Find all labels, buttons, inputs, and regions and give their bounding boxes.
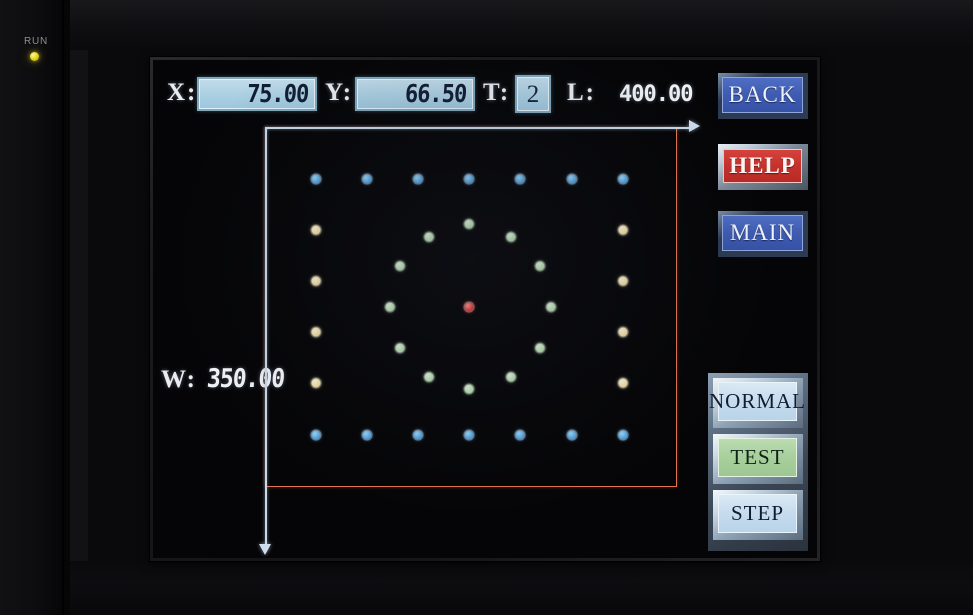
- chassis-left-panel: [0, 0, 66, 615]
- plot-point: [464, 430, 474, 440]
- plot-point: [618, 430, 628, 440]
- test-mode-label: TEST: [718, 438, 797, 477]
- plot-point: [464, 302, 474, 312]
- plot-point: [535, 343, 545, 353]
- normal-mode-button[interactable]: NORMAL: [709, 378, 805, 428]
- plot-point: [567, 174, 577, 184]
- help-button[interactable]: HELP: [718, 144, 808, 190]
- plot-point: [618, 327, 628, 337]
- x-axis-line: [265, 127, 693, 129]
- plot-point: [618, 378, 628, 388]
- run-led-icon: [30, 52, 39, 61]
- y-axis-arrow-icon: [259, 544, 271, 555]
- chassis-top-trim: [70, 0, 973, 50]
- test-mode-button[interactable]: TEST: [713, 434, 803, 484]
- plot-point: [311, 378, 321, 388]
- machine-panel: RUN X: 75.00 Y: 66.50 T: 2 L: 400.00 W: …: [0, 0, 973, 615]
- step-mode-button[interactable]: STEP: [713, 490, 803, 540]
- plot-point: [618, 225, 628, 235]
- plot-point: [311, 276, 321, 286]
- plot-point: [618, 276, 628, 286]
- display-screen: X: 75.00 Y: 66.50 T: 2 L: 400.00 W: 350.…: [153, 60, 817, 558]
- plot-point: [424, 232, 434, 242]
- run-indicator: RUN: [24, 36, 68, 61]
- plot-point: [464, 174, 474, 184]
- plot-point: [362, 430, 372, 440]
- main-button[interactable]: MAIN: [718, 211, 808, 257]
- x-axis-arrow-icon: [689, 120, 700, 132]
- plot-point: [413, 174, 423, 184]
- plot-point: [424, 372, 434, 382]
- plot-point: [311, 225, 321, 235]
- plot-point: [311, 327, 321, 337]
- plot-point: [535, 261, 545, 271]
- plot-point: [311, 174, 321, 184]
- plot-point: [515, 174, 525, 184]
- main-button-label: MAIN: [722, 215, 803, 251]
- run-label: RUN: [24, 36, 49, 47]
- plot-point: [464, 219, 474, 229]
- back-button[interactable]: BACK: [718, 73, 808, 119]
- plot-point: [311, 430, 321, 440]
- back-button-label: BACK: [722, 77, 803, 113]
- chassis-bottom-trim: [70, 561, 973, 615]
- plot-point: [618, 174, 628, 184]
- plot-point: [385, 302, 395, 312]
- mode-button-group: NORMAL TEST STEP: [708, 373, 808, 551]
- plot-point: [567, 430, 577, 440]
- plot-point: [362, 174, 372, 184]
- plot-point: [546, 302, 556, 312]
- step-mode-label: STEP: [718, 494, 797, 533]
- plot-point: [395, 343, 405, 353]
- help-button-label: HELP: [723, 149, 802, 183]
- plot-point: [395, 261, 405, 271]
- chassis-seam: [62, 0, 64, 615]
- plot-point: [464, 384, 474, 394]
- y-axis-line: [265, 127, 267, 550]
- plot-point: [413, 430, 423, 440]
- display-bezel: X: 75.00 Y: 66.50 T: 2 L: 400.00 W: 350.…: [150, 57, 820, 561]
- plot-point: [515, 430, 525, 440]
- plot-point: [506, 372, 516, 382]
- plot-point: [506, 232, 516, 242]
- normal-mode-label: NORMAL: [709, 382, 805, 421]
